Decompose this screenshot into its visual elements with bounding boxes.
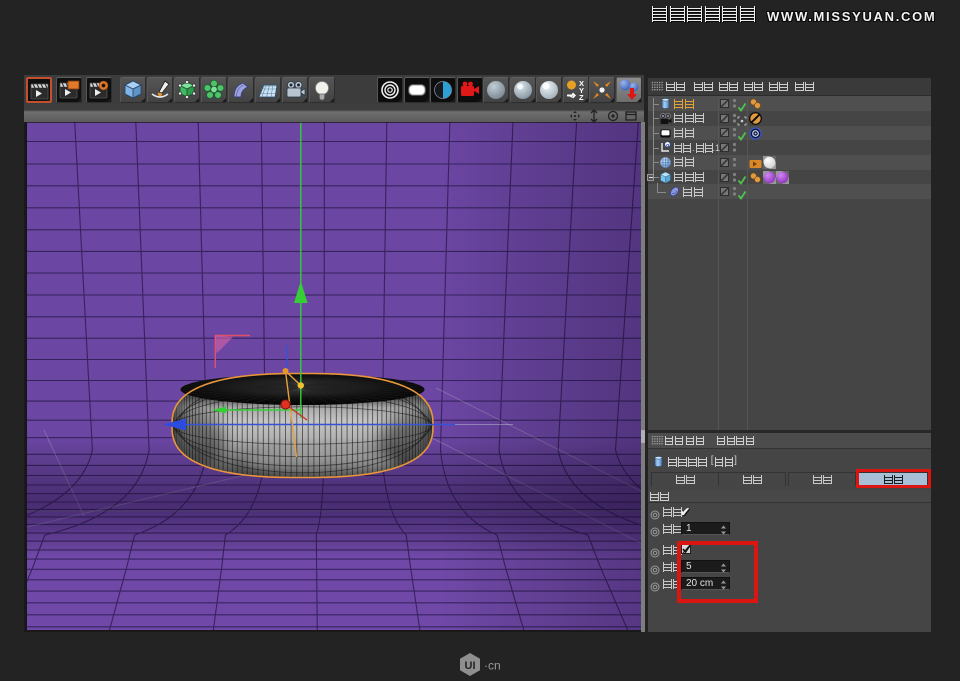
svg-text:UI: UI (465, 660, 476, 672)
svg-text:·cn: ·cn (484, 659, 501, 673)
